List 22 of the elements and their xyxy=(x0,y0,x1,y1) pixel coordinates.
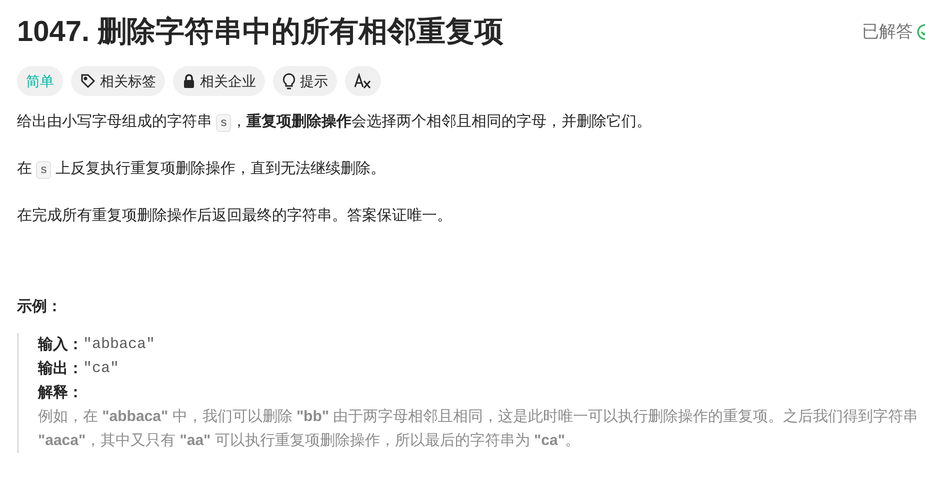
description-paragraph: 在完成所有重复项删除操作后返回最终的字符串。答案保证唯一。 xyxy=(17,206,453,226)
lock-icon xyxy=(182,73,196,89)
description-paragraph: 给出由小写字母组成的字符串 s ，重复项删除操作会选择两个相邻且相同的字母，并删除它们。 xyxy=(17,112,652,134)
explanation-text: 例如，在 "abbaca" 中，我们可以删除 "bb" 由于两字母相邻且相同，这是此时唯一可以执行删除操作的重复项。之后我们得到字符串 "aaca"，其中又只有 "aa" 可以执行重复项删除操作，所以最后的字符串为 "ca"。 xyxy=(38,406,920,450)
example-value: "ca" xyxy=(83,358,120,378)
status-text: 已解答 xyxy=(862,21,913,44)
tag-button[interactable]: 相关标签 xyxy=(71,66,165,96)
description-paragraph: 在 s 上反复执行重复项删除操作，直到无法继续删除。 xyxy=(17,159,387,181)
inline-code: s xyxy=(36,161,52,179)
example-value: "abbaca" xyxy=(83,334,156,354)
example-label: 解释： xyxy=(38,382,83,402)
lightbulb-icon xyxy=(282,72,296,90)
problem-title: 1047. 删除字符串中的所有相邻重复项 xyxy=(17,14,504,50)
tag-button[interactable]: 相关企业 xyxy=(173,66,265,96)
inline-code: s xyxy=(216,114,232,132)
tag-button[interactable]: 提示 xyxy=(273,66,337,96)
tag-icon xyxy=(80,73,96,89)
translate-icon xyxy=(354,73,372,89)
example-heading: 示例： xyxy=(17,297,63,317)
example-label: 输出： xyxy=(38,358,83,378)
translate-button[interactable] xyxy=(345,66,381,96)
example-label: 输入： xyxy=(38,334,83,354)
